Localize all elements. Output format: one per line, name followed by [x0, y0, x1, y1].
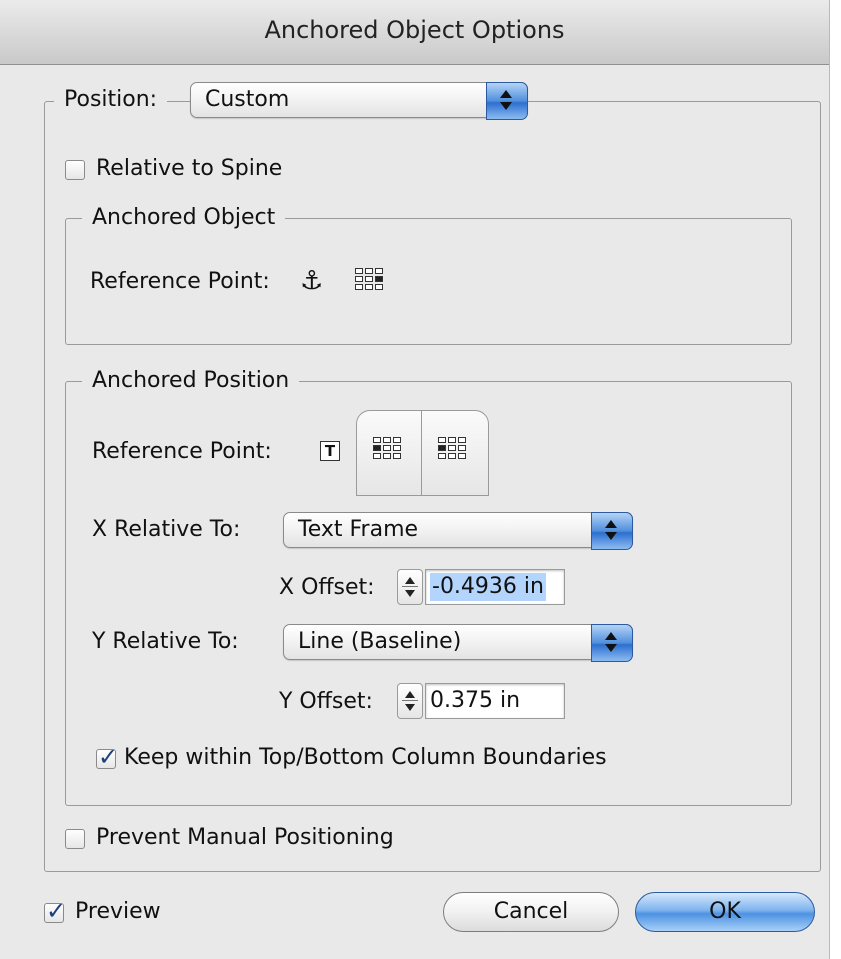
checkmark-icon: ✓ [46, 897, 67, 925]
preview-checkbox[interactable]: ✓ [44, 897, 66, 925]
position-value: Custom [205, 87, 290, 112]
window-title: Anchored Object Options [264, 16, 565, 44]
x-relative-to-popup[interactable]: Text Frame [283, 512, 633, 550]
anchored-position-reference-point-label: Reference Point: [92, 439, 272, 464]
position-popup[interactable]: Custom [190, 82, 528, 120]
x-offset-input[interactable]: -0.4936 in [425, 569, 565, 605]
right-page-icon[interactable] [421, 410, 489, 496]
relative-to-spine-label: Relative to Spine [96, 156, 283, 181]
x-offset-label: X Offset: [279, 575, 375, 600]
ok-button[interactable]: OK [635, 892, 815, 932]
y-relative-to-label: Y Relative To: [92, 629, 239, 654]
popup-arrows-icon [591, 624, 633, 662]
reference-point-grid-icon[interactable] [355, 268, 383, 290]
anchored-object-legend: Anchored Object [82, 204, 286, 232]
x-relative-to-label: X Relative To: [92, 517, 241, 542]
popup-arrows-icon [591, 512, 633, 550]
popup-arrows-icon [486, 82, 528, 120]
prevent-manual-positioning-checkbox[interactable] [65, 829, 85, 849]
keep-within-label: Keep within Top/Bottom Column Boundaries [124, 745, 607, 770]
x-offset-stepper[interactable] [397, 569, 423, 605]
position-label: Position: [64, 87, 158, 112]
text-frame-icon: T [320, 441, 340, 461]
left-page-reference-grid-icon[interactable] [373, 437, 401, 459]
x-relative-to-value: Text Frame [298, 517, 419, 542]
position-legend: Position: [54, 86, 168, 114]
prevent-manual-positioning-label: Prevent Manual Positioning [96, 825, 394, 850]
x-offset-value: -0.4936 in [430, 573, 546, 601]
right-page-reference-grid-icon[interactable] [438, 437, 466, 459]
y-offset-stepper[interactable] [397, 683, 423, 719]
y-relative-to-value: Line (Baseline) [298, 629, 462, 654]
anchored-object-reference-point-label: Reference Point: [90, 269, 270, 294]
y-offset-label: Y Offset: [279, 689, 373, 714]
preview-label: Preview [75, 899, 161, 924]
left-page-icon[interactable] [356, 410, 422, 496]
relative-to-spine-checkbox[interactable] [65, 160, 85, 180]
anchor-icon: ⚓ [300, 266, 324, 296]
y-offset-value: 0.375 in [430, 688, 521, 713]
cancel-button[interactable]: Cancel [443, 892, 619, 932]
anchored-object-options-dialog: Anchored Object Options Position: Custom… [0, 0, 830, 959]
keep-within-checkbox[interactable]: ✓ [96, 743, 118, 771]
title-bar: Anchored Object Options [0, 0, 829, 65]
anchored-position-legend: Anchored Position [82, 367, 300, 395]
checkmark-icon: ✓ [98, 743, 119, 771]
y-offset-input[interactable]: 0.375 in [425, 683, 565, 719]
y-relative-to-popup[interactable]: Line (Baseline) [283, 624, 633, 662]
